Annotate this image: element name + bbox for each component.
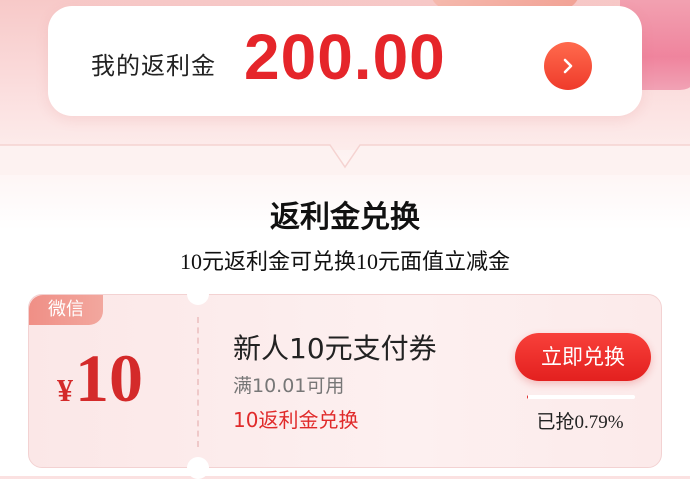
grabbed-percentage: 已抢0.79% [536,412,624,433]
section-title: 返利金兑换 [270,200,420,235]
coupon-cost: 10返利金兑换 [233,408,359,432]
balance-detail-button[interactable] [544,42,592,90]
coupon-value: ¥ 10 [57,339,187,418]
grab-progress-bar [527,395,635,399]
coupon-amount: 10 [75,340,143,416]
coupon-notch [187,283,209,305]
coupon-condition: 满10.01可用 [233,375,345,397]
coupon-channel-tag: 微信 [29,295,103,325]
chevron-right-icon [563,58,573,74]
rebate-balance-card[interactable]: 我的返利金 200.00 [48,6,642,116]
coupon-divider [197,317,199,447]
redeem-button[interactable]: 立即兑换 [515,333,651,381]
currency-symbol: ¥ [57,372,73,408]
balance-label: 我的返利金 [91,52,216,80]
coupon-name: 新人10元支付券 [233,332,437,365]
section-subtitle: 10元返利金可兑换10元面值立减金 [179,249,510,274]
section-divider-notch [0,144,690,175]
balance-amount: 200.00 [244,21,446,93]
coupon-card: 微信 ¥ 10 新人10元支付券 满10.01可用 10返利金兑换 立即兑换 已… [28,283,662,479]
grab-progress-fill [527,395,528,399]
